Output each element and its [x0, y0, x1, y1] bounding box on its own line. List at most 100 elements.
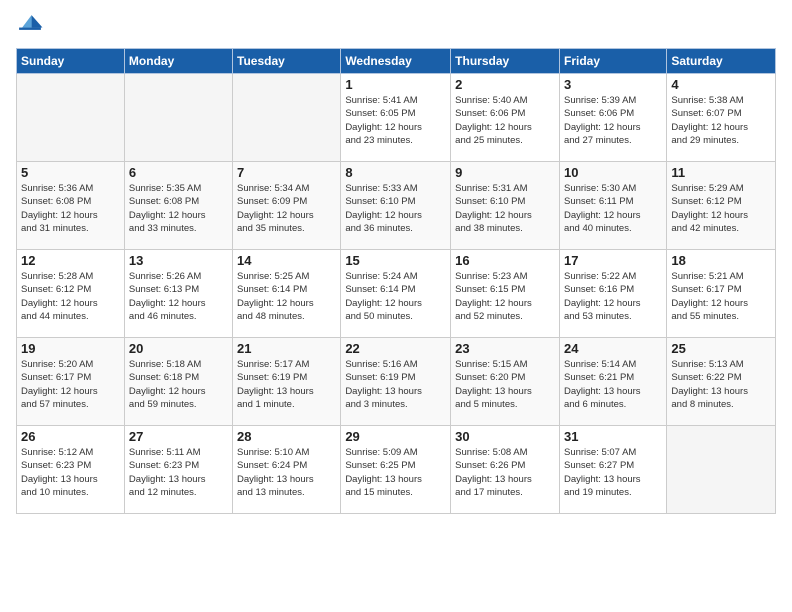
week-row-1: 1 Sunrise: 5:41 AM Sunset: 6:05 PM Daylig…: [17, 74, 776, 162]
day-number: 30: [455, 429, 555, 444]
weekday-header-saturday: Saturday: [667, 49, 776, 74]
day-number: 29: [345, 429, 446, 444]
header: [16, 12, 776, 40]
day-info: Sunrise: 5:16 AM Sunset: 6:19 PM Dayligh…: [345, 358, 446, 411]
calendar-cell: 3 Sunrise: 5:39 AM Sunset: 6:06 PM Daylig…: [559, 74, 666, 162]
day-info: Sunrise: 5:36 AM Sunset: 6:08 PM Dayligh…: [21, 182, 120, 235]
day-number: 8: [345, 165, 446, 180]
day-info: Sunrise: 5:24 AM Sunset: 6:14 PM Dayligh…: [345, 270, 446, 323]
calendar-cell: 17 Sunrise: 5:22 AM Sunset: 6:16 PM Dayli…: [559, 250, 666, 338]
day-info: Sunrise: 5:30 AM Sunset: 6:11 PM Dayligh…: [564, 182, 662, 235]
day-info: Sunrise: 5:41 AM Sunset: 6:05 PM Dayligh…: [345, 94, 446, 147]
day-number: 31: [564, 429, 662, 444]
logo: [16, 12, 48, 40]
day-number: 10: [564, 165, 662, 180]
calendar-cell: 11 Sunrise: 5:29 AM Sunset: 6:12 PM Dayli…: [667, 162, 776, 250]
day-number: 13: [129, 253, 228, 268]
calendar-cell: [17, 74, 125, 162]
page: SundayMondayTuesdayWednesdayThursdayFrid…: [0, 0, 792, 612]
day-number: 16: [455, 253, 555, 268]
calendar-cell: 5 Sunrise: 5:36 AM Sunset: 6:08 PM Daylig…: [17, 162, 125, 250]
calendar-cell: 25 Sunrise: 5:13 AM Sunset: 6:22 PM Dayli…: [667, 338, 776, 426]
day-info: Sunrise: 5:23 AM Sunset: 6:15 PM Dayligh…: [455, 270, 555, 323]
day-number: 9: [455, 165, 555, 180]
calendar-cell: 20 Sunrise: 5:18 AM Sunset: 6:18 PM Dayli…: [124, 338, 232, 426]
day-number: 4: [671, 77, 771, 92]
day-info: Sunrise: 5:26 AM Sunset: 6:13 PM Dayligh…: [129, 270, 228, 323]
calendar-cell: 22Sunrise: 5:16 AM Sunset: 6:19 PM Dayli…: [341, 338, 451, 426]
day-number: 28: [237, 429, 336, 444]
weekday-header-tuesday: Tuesday: [233, 49, 341, 74]
calendar-cell: 6 Sunrise: 5:35 AM Sunset: 6:08 PM Daylig…: [124, 162, 232, 250]
day-info: Sunrise: 5:08 AM Sunset: 6:26 PM Dayligh…: [455, 446, 555, 499]
day-number: 18: [671, 253, 771, 268]
day-info: Sunrise: 5:20 AM Sunset: 6:17 PM Dayligh…: [21, 358, 120, 411]
day-info: Sunrise: 5:33 AM Sunset: 6:10 PM Dayligh…: [345, 182, 446, 235]
day-info: Sunrise: 5:29 AM Sunset: 6:12 PM Dayligh…: [671, 182, 771, 235]
day-number: 20: [129, 341, 228, 356]
day-info: Sunrise: 5:17 AM Sunset: 6:19 PM Dayligh…: [237, 358, 336, 411]
day-number: 6: [129, 165, 228, 180]
calendar-cell: 16 Sunrise: 5:23 AM Sunset: 6:15 PM Dayli…: [451, 250, 560, 338]
day-number: 12: [21, 253, 120, 268]
day-info: Sunrise: 5:07 AM Sunset: 6:27 PM Dayligh…: [564, 446, 662, 499]
calendar-cell: 30 Sunrise: 5:08 AM Sunset: 6:26 PM Dayli…: [451, 426, 560, 514]
day-number: 15: [345, 253, 446, 268]
day-info: Sunrise: 5:14 AM Sunset: 6:21 PM Dayligh…: [564, 358, 662, 411]
calendar-cell: 24 Sunrise: 5:14 AM Sunset: 6:21 PM Dayli…: [559, 338, 666, 426]
day-number: 3: [564, 77, 662, 92]
calendar-cell: 23 Sunrise: 5:15 AM Sunset: 6:20 PM Dayli…: [451, 338, 560, 426]
day-number: 26: [21, 429, 120, 444]
calendar-cell: [124, 74, 232, 162]
day-number: 25: [671, 341, 771, 356]
day-info: Sunrise: 5:13 AM Sunset: 6:22 PM Dayligh…: [671, 358, 771, 411]
weekday-header-sunday: Sunday: [17, 49, 125, 74]
day-info: Sunrise: 5:39 AM Sunset: 6:06 PM Dayligh…: [564, 94, 662, 147]
calendar-cell: 26 Sunrise: 5:12 AM Sunset: 6:23 PM Dayli…: [17, 426, 125, 514]
calendar-cell: 7Sunrise: 5:34 AM Sunset: 6:09 PM Daylig…: [233, 162, 341, 250]
day-info: Sunrise: 5:25 AM Sunset: 6:14 PM Dayligh…: [237, 270, 336, 323]
weekday-header-thursday: Thursday: [451, 49, 560, 74]
calendar-cell: 1 Sunrise: 5:41 AM Sunset: 6:05 PM Daylig…: [341, 74, 451, 162]
day-info: Sunrise: 5:34 AM Sunset: 6:09 PM Dayligh…: [237, 182, 336, 235]
calendar-cell: 2Sunrise: 5:40 AM Sunset: 6:06 PM Daylig…: [451, 74, 560, 162]
day-info: Sunrise: 5:21 AM Sunset: 6:17 PM Dayligh…: [671, 270, 771, 323]
day-number: 19: [21, 341, 120, 356]
day-info: Sunrise: 5:12 AM Sunset: 6:23 PM Dayligh…: [21, 446, 120, 499]
week-row-2: 5 Sunrise: 5:36 AM Sunset: 6:08 PM Daylig…: [17, 162, 776, 250]
calendar-cell: 31 Sunrise: 5:07 AM Sunset: 6:27 PM Dayli…: [559, 426, 666, 514]
day-info: Sunrise: 5:35 AM Sunset: 6:08 PM Dayligh…: [129, 182, 228, 235]
weekday-header-row: SundayMondayTuesdayWednesdayThursdayFrid…: [17, 49, 776, 74]
day-number: 27: [129, 429, 228, 444]
calendar-cell: 8 Sunrise: 5:33 AM Sunset: 6:10 PM Daylig…: [341, 162, 451, 250]
day-number: 24: [564, 341, 662, 356]
day-info: Sunrise: 5:11 AM Sunset: 6:23 PM Dayligh…: [129, 446, 228, 499]
day-number: 1: [345, 77, 446, 92]
day-info: Sunrise: 5:22 AM Sunset: 6:16 PM Dayligh…: [564, 270, 662, 323]
logo-icon: [16, 12, 44, 40]
calendar-cell: 27 Sunrise: 5:11 AM Sunset: 6:23 PM Dayli…: [124, 426, 232, 514]
day-number: 11: [671, 165, 771, 180]
day-info: Sunrise: 5:15 AM Sunset: 6:20 PM Dayligh…: [455, 358, 555, 411]
day-info: Sunrise: 5:28 AM Sunset: 6:12 PM Dayligh…: [21, 270, 120, 323]
day-number: 17: [564, 253, 662, 268]
day-info: Sunrise: 5:09 AM Sunset: 6:25 PM Dayligh…: [345, 446, 446, 499]
calendar-cell: 14 Sunrise: 5:25 AM Sunset: 6:14 PM Dayli…: [233, 250, 341, 338]
calendar-cell: 12 Sunrise: 5:28 AM Sunset: 6:12 PM Dayli…: [17, 250, 125, 338]
day-number: 14: [237, 253, 336, 268]
day-number: 2: [455, 77, 555, 92]
day-info: Sunrise: 5:31 AM Sunset: 6:10 PM Dayligh…: [455, 182, 555, 235]
week-row-5: 26 Sunrise: 5:12 AM Sunset: 6:23 PM Dayli…: [17, 426, 776, 514]
day-info: Sunrise: 5:18 AM Sunset: 6:18 PM Dayligh…: [129, 358, 228, 411]
calendar-cell: 21Sunrise: 5:17 AM Sunset: 6:19 PM Dayli…: [233, 338, 341, 426]
calendar-cell: 9 Sunrise: 5:31 AM Sunset: 6:10 PM Daylig…: [451, 162, 560, 250]
calendar-cell: 13 Sunrise: 5:26 AM Sunset: 6:13 PM Dayli…: [124, 250, 232, 338]
week-row-4: 19 Sunrise: 5:20 AM Sunset: 6:17 PM Dayli…: [17, 338, 776, 426]
day-number: 5: [21, 165, 120, 180]
day-number: 23: [455, 341, 555, 356]
weekday-header-friday: Friday: [559, 49, 666, 74]
day-info: Sunrise: 5:38 AM Sunset: 6:07 PM Dayligh…: [671, 94, 771, 147]
calendar-cell: 4 Sunrise: 5:38 AM Sunset: 6:07 PM Daylig…: [667, 74, 776, 162]
weekday-header-monday: Monday: [124, 49, 232, 74]
calendar-cell: 29 Sunrise: 5:09 AM Sunset: 6:25 PM Dayli…: [341, 426, 451, 514]
